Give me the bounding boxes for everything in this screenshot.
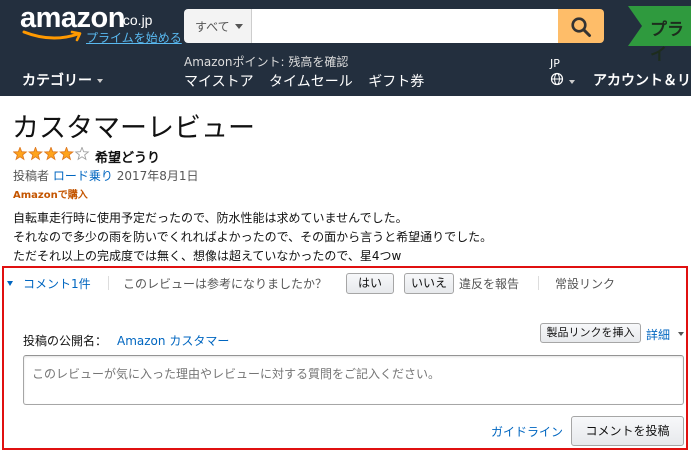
- caret-down-icon: [7, 281, 13, 286]
- helpful-question: このレビューは参考になりましたか？: [123, 277, 328, 291]
- prime-banner-label: プライ: [650, 20, 684, 65]
- caret-down-icon: [678, 332, 684, 336]
- amazon-smile-logo-icon: [22, 30, 82, 42]
- verified-purchase-badge: Amazonで購入: [13, 190, 88, 201]
- nav-link-gift-card[interactable]: ギフト券: [368, 74, 424, 90]
- globe-icon[interactable]: [550, 72, 564, 86]
- review-body-line: ただそれ以上の完成度では無く、想像は超えていなかったので、星4つw: [13, 249, 402, 263]
- search-icon: [571, 17, 591, 37]
- comment-textarea[interactable]: [23, 355, 684, 405]
- post-comment-button[interactable]: コメントを投稿: [571, 416, 684, 446]
- nav-link-my-store[interactable]: マイストア: [184, 74, 254, 90]
- star-empty-icon: [74, 147, 90, 161]
- star-filled-icon: [43, 147, 59, 161]
- search-category-label: すべて: [195, 20, 230, 34]
- public-name-link[interactable]: Amazon カスタマー: [117, 332, 229, 349]
- author-link[interactable]: ロード乗り: [53, 169, 113, 183]
- author-prefix: 投稿者: [13, 169, 50, 183]
- divider: [538, 276, 539, 290]
- star-rating: [13, 147, 90, 161]
- search-category-dropdown[interactable]: すべて: [184, 9, 252, 43]
- details-dropdown[interactable]: 詳細: [646, 326, 670, 343]
- review-byline: 投稿者 ロード乗り 2017年8月1日: [13, 167, 199, 184]
- search-bar: すべて: [184, 9, 604, 43]
- comments-link[interactable]: コメント1件: [23, 275, 91, 292]
- divider: [108, 276, 109, 290]
- report-abuse-link[interactable]: 違反を報告: [459, 275, 519, 292]
- star-filled-icon: [13, 147, 28, 161]
- caret-down-icon: [569, 80, 575, 84]
- permalink[interactable]: 常設リンク: [555, 275, 615, 292]
- star-filled-icon: [28, 147, 43, 161]
- star-filled-icon: [59, 147, 74, 161]
- review-date: 2017年8月1日: [116, 169, 199, 183]
- points-balance-link[interactable]: Amazonポイント: 残高を確認: [184, 53, 348, 70]
- language-label[interactable]: JP: [550, 57, 560, 70]
- account-menu[interactable]: アカウント＆リ: [593, 70, 691, 90]
- insert-product-link-button[interactable]: 製品リンクを挿入: [540, 323, 641, 343]
- prime-banner[interactable]: プライ: [628, 6, 691, 65]
- helpful-yes-button[interactable]: はい: [346, 273, 394, 294]
- nav-link-time-sale[interactable]: タイムセール: [269, 74, 353, 90]
- top-navigation-bar: amazon .co.jp プライムを始める すべて プライ Amazonポイン…: [0, 0, 691, 96]
- nav-links: マイストア タイムセール ギフト券: [184, 71, 435, 91]
- caret-down-icon: [235, 24, 243, 29]
- helpful-no-button[interactable]: いいえ: [404, 273, 454, 294]
- search-input[interactable]: [252, 9, 558, 43]
- review-headline[interactable]: 希望どうり: [95, 147, 160, 166]
- category-menu-label: カテゴリー: [22, 73, 92, 89]
- search-button[interactable]: [558, 9, 604, 43]
- page-title: カスタマーレビュー: [12, 113, 255, 144]
- review-body-line: 自転車走行時に使用予定だったので、防水性能は求めていませんでした。: [13, 211, 408, 225]
- review-body: 自転車走行時に使用予定だったので、防水性能は求めていませんでした。 それなので多…: [13, 209, 492, 266]
- review-body-line: それなので多少の雨を防いでくれればよかったので、その面から言うと希望通りでした。: [13, 230, 493, 244]
- guideline-link[interactable]: ガイドライン: [491, 423, 563, 440]
- start-prime-link[interactable]: プライムを始める: [86, 29, 182, 46]
- logo-domain-suffix[interactable]: .co.jp: [119, 12, 152, 28]
- category-menu[interactable]: カテゴリー: [22, 70, 103, 90]
- caret-down-icon: [97, 79, 103, 83]
- public-name-label: 投稿の公開名：: [23, 334, 108, 348]
